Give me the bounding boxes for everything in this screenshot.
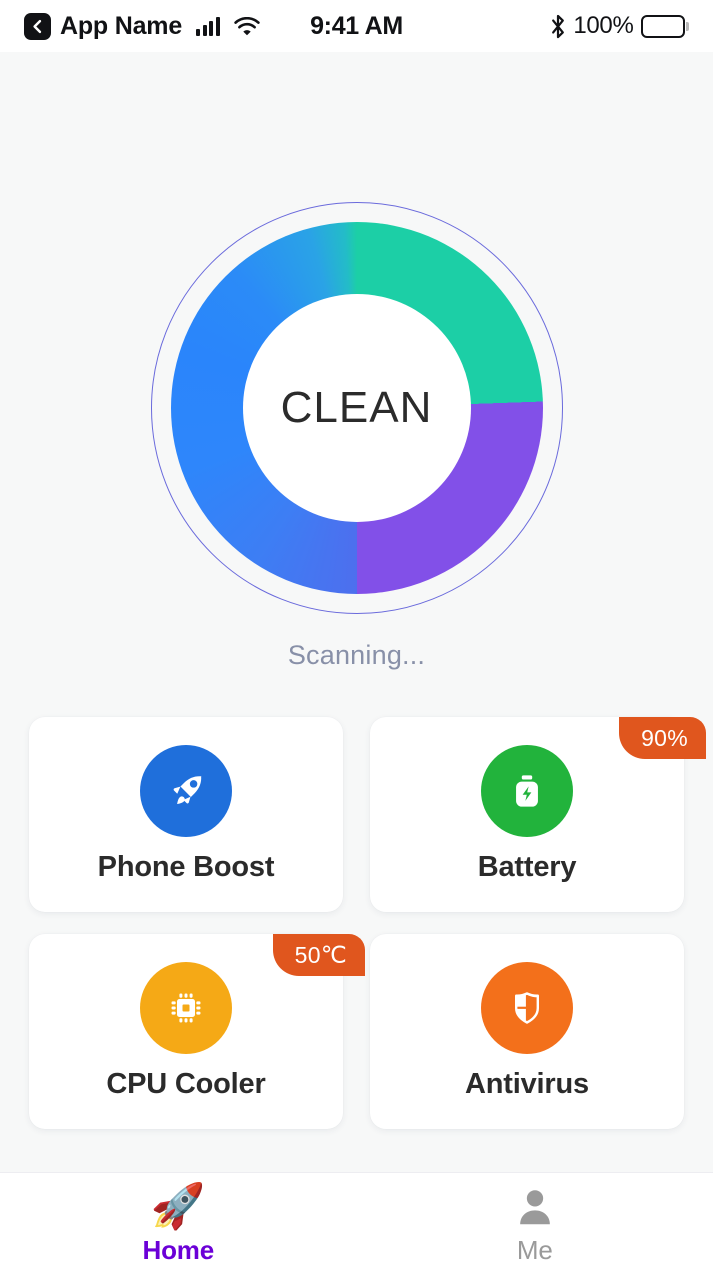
tab-me[interactable]: Me xyxy=(357,1173,713,1273)
card-label-antivirus: Antivirus xyxy=(465,1068,589,1100)
scan-donut-chart[interactable]: CLEAN xyxy=(170,222,543,594)
battery-percent-label: 100% xyxy=(573,12,634,39)
status-bar-left: App Name xyxy=(24,12,260,41)
scan-section: CLEAN Scanning... xyxy=(0,52,713,670)
card-cpu-cooler[interactable]: CPU Cooler 50℃ xyxy=(29,934,365,1129)
back-button[interactable] xyxy=(24,12,51,40)
shield-icon xyxy=(481,962,573,1054)
feature-card-grid: Phone Boost Battery 90% CPU Cooler 50℃ A… xyxy=(29,717,706,1129)
card-phone-boost[interactable]: Phone Boost xyxy=(29,717,343,912)
badge-cpu-cooler: 50℃ xyxy=(272,934,365,976)
rocket-icon xyxy=(140,745,232,837)
app-name-label: App Name xyxy=(60,11,183,40)
scan-result-label: CLEAN xyxy=(280,383,433,432)
battery-full-icon xyxy=(640,14,689,38)
rocket-emoji-icon: 🚀 xyxy=(150,1181,206,1231)
wifi-icon xyxy=(233,16,260,35)
card-antivirus[interactable]: Antivirus xyxy=(370,934,684,1129)
badge-battery: 90% xyxy=(619,717,706,759)
cellular-signal-icon xyxy=(196,16,220,36)
tab-label-me: Me xyxy=(516,1234,553,1265)
donut-center: CLEAN xyxy=(242,294,471,522)
status-bar-right: 100% xyxy=(550,12,689,40)
bottom-tab-bar: 🚀 Home Me xyxy=(0,1172,713,1273)
back-chevron-icon xyxy=(33,19,42,33)
tab-home[interactable]: 🚀 Home xyxy=(0,1173,357,1273)
card-label-phone-boost: Phone Boost xyxy=(97,851,275,883)
card-battery[interactable]: Battery 90% xyxy=(370,717,706,912)
tab-label-home: Home xyxy=(142,1234,215,1265)
card-label-battery: Battery xyxy=(477,851,577,883)
card-label-cpu-cooler: CPU Cooler xyxy=(106,1068,266,1100)
clock-label: 9:41 AM xyxy=(310,11,403,40)
person-icon xyxy=(512,1181,558,1233)
status-bar: App Name 9:41 AM 100% xyxy=(0,0,713,52)
cpu-chip-icon xyxy=(140,962,232,1054)
bluetooth-icon xyxy=(552,14,565,38)
scan-status-text: Scanning... xyxy=(287,640,426,670)
battery-bolt-icon xyxy=(481,745,573,837)
